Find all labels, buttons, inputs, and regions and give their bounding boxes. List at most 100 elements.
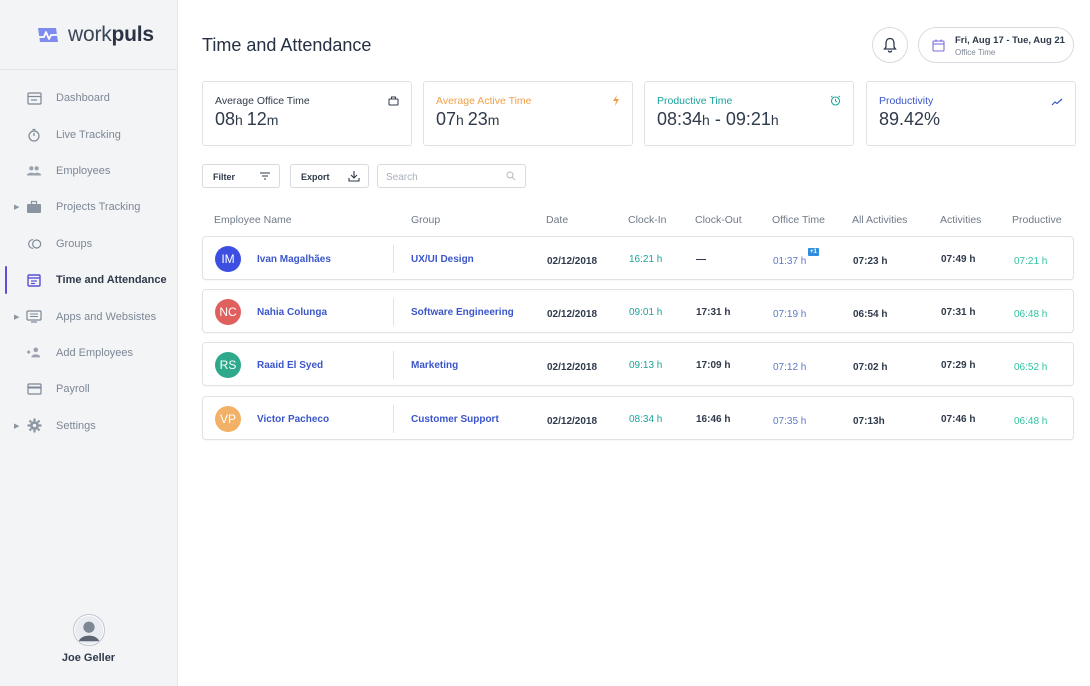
avatar: VP [215,406,241,432]
employee-name-link[interactable]: Nahia Colunga [257,307,327,318]
column-header[interactable]: Activities [940,214,981,226]
table-row[interactable]: RS Raaid El Syed Marketing 02/12/2018 09:13 … [202,342,1074,386]
download-icon [348,171,360,182]
all-activities-cell: 07:23 h [853,256,888,267]
column-header[interactable]: All Activities [852,214,907,226]
sidebar-item-label: Settings [56,419,96,432]
sidebar-item-groups[interactable]: Groups [0,226,177,262]
group-link[interactable]: Marketing [411,360,458,371]
clock-out-cell: 17:31 h [696,307,731,318]
stat-value-part: 08 [215,109,236,129]
user-name: Joe Geller [61,652,116,664]
divider [393,405,394,433]
column-header[interactable]: Clock-Out [695,214,742,226]
office-time-cell: 07:12 h [773,362,807,373]
clock-in-cell: 16:21 h [629,254,663,265]
sidebar-item-live-tracking[interactable]: Live Tracking [0,116,177,152]
overtime-badge: +1 [808,248,819,256]
sidebar-item-label: Groups [56,237,93,250]
user-profile[interactable]: Joe Geller [0,614,177,664]
sidebar-item-label: Employees [56,164,111,177]
notifications-button[interactable] [872,27,908,63]
groups-icon [26,236,42,252]
sidebar-item-label: Dashboard [56,92,110,105]
search-input[interactable] [386,169,502,185]
all-activities-cell: 07:13h [853,416,885,427]
dashboard-icon [26,90,42,106]
stat-unit: h [702,112,710,128]
sidebar-item-label: Projects Tracking [56,201,141,214]
column-header[interactable]: Productive [1012,214,1062,226]
column-header[interactable]: Date [546,214,568,226]
sidebar-item-projects-tracking[interactable]: ▶ Projects Tracking [0,189,177,225]
date-cell: 02/12/2018 [547,256,598,267]
user-avatar-icon [74,615,103,645]
card-icon [26,381,42,397]
avatar: NC [215,299,241,325]
logo-text: workpuls [68,22,154,46]
group-link[interactable]: UX/UI Design [411,254,474,265]
activities-cell: 07:46 h [941,414,976,425]
employee-name-link[interactable]: Victor Pacheco [257,414,329,425]
stat-value-part: 07 [436,109,457,129]
activities-cell: 07:29 h [941,360,976,371]
table-row[interactable]: NC Nahia Colunga Software Engineering 02/12… [202,289,1074,333]
sidebar-item-add-employees[interactable]: Add Employees [0,335,177,371]
office-time-cell: 07:35 h [773,416,807,427]
sidebar-nav: Dashboard Live Tracking Employees ▶ Projects… [0,80,177,444]
employee-name-link[interactable]: Raaid El Syed [257,360,323,371]
column-header[interactable]: Clock-In [628,214,667,226]
table-row[interactable]: VP Victor Pacheco Customer Support 02/12/20… [202,396,1074,440]
date-cell: 02/12/2018 [547,309,598,320]
employee-name-link[interactable]: Ivan Magalhães [257,254,331,265]
export-button-label: Export [301,172,330,182]
group-link[interactable]: Software Engineering [411,307,514,318]
activities-cell: 07:49 h [941,254,976,265]
people-icon [26,163,42,179]
office-time-cell: 01:37 h [773,256,807,267]
search-box[interactable] [377,164,526,188]
stat-title: Average Office Time [215,95,310,107]
office-time-cell: 07:19 h [773,309,807,320]
clock-out-cell: — [696,254,706,265]
column-header[interactable]: Employee Name [214,214,292,226]
column-header[interactable]: Office Time [772,214,825,226]
sidebar-item-label: Time and Attendance [56,274,167,287]
sidebar-item-employees[interactable]: Employees [0,153,177,189]
table-row[interactable]: IM Ivan Magalhães UX/UI Design 02/12/2018 16… [202,236,1074,280]
export-button[interactable]: Export [290,164,369,188]
column-header[interactable]: Group [411,214,440,226]
divider [393,298,394,326]
stat-value-part: - 09:21 [709,109,771,129]
stat-value-part: 12 [246,109,267,129]
date-range-picker[interactable]: Fri, Aug 17 - Tue, Aug 21 Office Time [918,27,1074,63]
main-content: Time and Attendance Fri, Aug 17 - Tue, A… [178,0,1090,686]
productivity-card: Productivity 89.42% [866,81,1076,146]
sidebar-item-label: Apps and Websistes [56,310,157,323]
chevron-right-icon[interactable]: ▶ [14,203,19,211]
group-link[interactable]: Customer Support [411,414,499,425]
date-cell: 02/12/2018 [547,362,598,373]
divider [393,351,394,379]
chevron-right-icon[interactable]: ▶ [14,313,19,321]
stat-value: 89.42% [879,109,940,130]
sidebar-item-dashboard[interactable]: Dashboard [0,80,177,116]
logo[interactable]: workpuls [0,0,177,70]
filter-button[interactable]: Filter [202,164,280,188]
sidebar-item-label: Add Employees [56,346,134,359]
search-icon [506,171,516,181]
avatar[interactable] [72,614,105,646]
avatar: RS [215,352,241,378]
sidebar-item-time-and-attendance[interactable]: Time and Attendance [0,262,177,298]
sidebar-item-apps-and-websistes[interactable]: ▶ Apps and Websistes [0,298,177,334]
date-range-sublabel: Office Time [955,48,996,57]
stat-title: Productive Time [657,95,733,107]
filter-icon [260,172,270,180]
sidebar-item-settings[interactable]: ▶ Settings [0,408,177,444]
clock-in-cell: 09:01 h [629,307,663,318]
sidebar-item-payroll[interactable]: Payroll [0,371,177,407]
chevron-right-icon[interactable]: ▶ [14,422,19,430]
productive-time-card: Productive Time 08:34h - 09:21h [644,81,854,146]
calendar-icon [932,39,945,52]
all-activities-cell: 07:02 h [853,362,888,373]
